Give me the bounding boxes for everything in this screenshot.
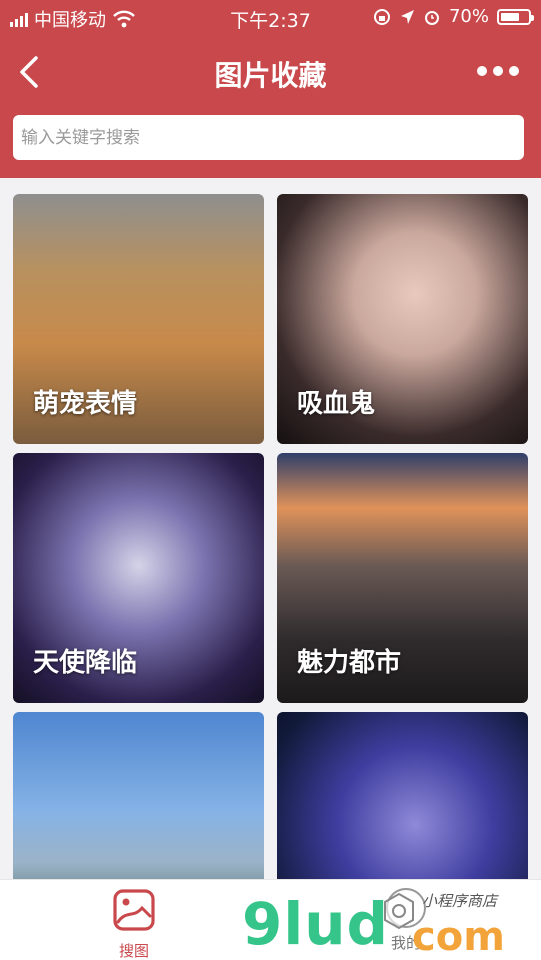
battery-percent: 70% (448, 6, 489, 27)
category-grid: 萌宠表情 吸血鬼 天使降临 魅力都市 (13, 194, 528, 960)
rotation-lock-icon (373, 8, 390, 25)
user-icon (386, 888, 426, 928)
tab-bar: 搜图 我的 (0, 879, 541, 960)
tab-label: 搜图 (118, 942, 149, 960)
category-card[interactable]: 萌宠表情 (13, 194, 264, 444)
battery-icon (497, 8, 534, 25)
location-icon (400, 9, 414, 24)
category-label: 天使降临 (33, 648, 138, 678)
category-card[interactable]: 天使降临 (13, 453, 264, 703)
image-icon (113, 889, 155, 931)
category-label: 魅力都市 (297, 648, 402, 678)
category-label: 萌宠表情 (33, 389, 138, 419)
category-label: 吸血鬼 (297, 389, 376, 419)
navbar: 图片收藏 (0, 36, 541, 108)
category-card[interactable]: 吸血鬼 (277, 194, 528, 444)
alarm-icon (424, 10, 439, 25)
tab-mine[interactable]: 我的 (366, 888, 446, 953)
more-dots-icon[interactable] (477, 66, 519, 76)
status-bar: 中国移动 下午2:37 70% (0, 0, 541, 36)
category-card[interactable]: 魅力都市 (277, 453, 528, 703)
tab-search-image[interactable]: 搜图 (94, 888, 174, 960)
search-input[interactable] (13, 115, 524, 160)
page-title: 图片收藏 (214, 59, 327, 92)
tab-label: 我的 (390, 934, 421, 952)
